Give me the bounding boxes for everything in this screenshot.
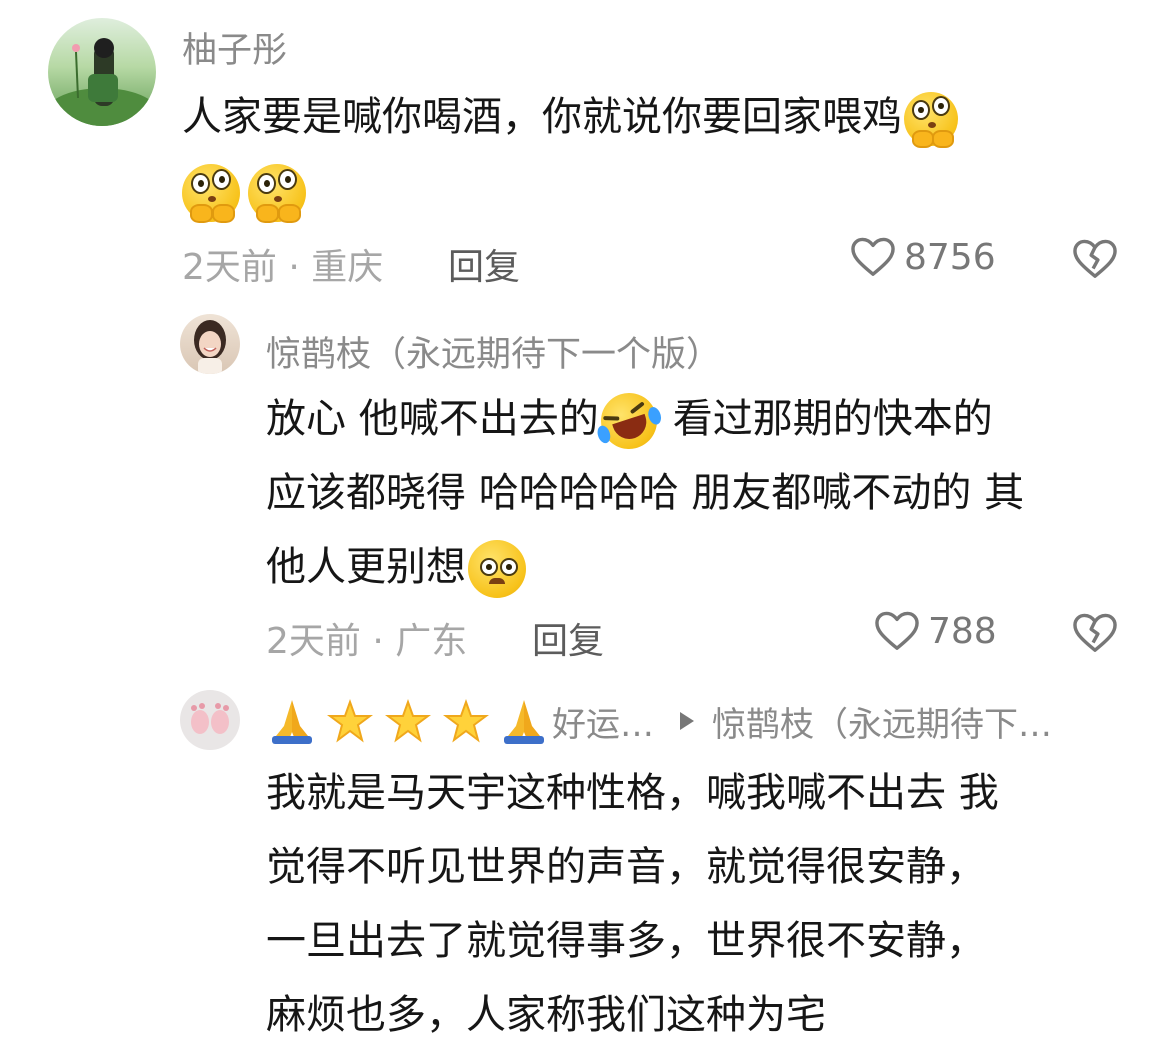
like-count: 8756 xyxy=(904,236,996,278)
avatar-image-smiling-woman xyxy=(194,320,226,374)
avatar-user-2[interactable] xyxy=(180,314,240,374)
star-icon xyxy=(327,699,373,743)
username[interactable]: 好运… xyxy=(552,697,654,746)
like-button[interactable]: 788 xyxy=(874,610,997,652)
comment-text-line: 应该都晓得 哈哈哈哈哈 朋友都喊不动的 其 xyxy=(266,470,1025,516)
dislike-button[interactable] xyxy=(1072,238,1118,284)
avatar-image-girl-in-field xyxy=(48,38,156,126)
folded-hands-icon xyxy=(272,700,312,744)
heart-icon xyxy=(875,611,919,650)
time-location: 2天前 · 重庆 xyxy=(182,247,384,288)
comment-text-line: 人家要是喊你喝酒，你就说你要回家喂鸡 xyxy=(182,94,902,140)
avatar-image-pink-paws xyxy=(191,703,229,734)
laughing-tears-emoji xyxy=(593,385,665,457)
thinking-shy-emoji xyxy=(248,164,306,223)
comment-text-line: 看过那期的快本的 xyxy=(672,396,993,442)
reply-button[interactable]: 回复 xyxy=(532,612,604,664)
comment-text: 人家要是喊你喝酒，你就说你要回家喂鸡 xyxy=(182,80,958,228)
reply-button[interactable]: 回复 xyxy=(448,238,520,290)
star-icon xyxy=(443,699,489,743)
reply-chain: 好运… 惊鹊枝（永远期待下… xyxy=(266,696,1052,746)
reply-to-username[interactable]: 惊鹊枝（永远期待下… xyxy=(712,697,1052,746)
avatar-user-3[interactable] xyxy=(180,690,240,750)
comment-text-line: 我就是马天宇这种性格，喊我喊不出去 我 xyxy=(266,770,999,816)
comment-text-line: 觉得不听见世界的声音，就觉得很安静， xyxy=(266,844,986,890)
dislike-button[interactable] xyxy=(1072,612,1118,658)
folded-hands-icon xyxy=(504,700,544,744)
comment-text-line: 放心 他喊不出去的 xyxy=(266,396,599,442)
thinking-shy-emoji xyxy=(904,92,958,148)
comment-text: 我就是马天宇这种性格，喊我喊不出去 我 觉得不听见世界的声音，就觉得很安静， 一… xyxy=(266,756,999,1052)
like-count: 788 xyxy=(928,610,997,652)
heart-icon xyxy=(851,237,895,276)
time-location: 2天前 · 广东 xyxy=(266,621,468,662)
comment-text-line: 一旦出去了就觉得事多，世界很不安静， xyxy=(266,918,986,964)
avatar-user-1[interactable] xyxy=(48,18,156,126)
broken-heart-icon xyxy=(1073,239,1117,278)
thinking-shy-emoji xyxy=(182,164,240,223)
username[interactable]: 柚子彤 xyxy=(182,22,287,73)
pleading-emoji xyxy=(468,540,526,598)
broken-heart-icon xyxy=(1073,613,1117,652)
username[interactable]: 惊鹊枝（永远期待下一个版） xyxy=(266,326,721,377)
comment-text-line: 麻烦也多，人家称我们这种为宅 xyxy=(266,992,826,1038)
reply-arrow-icon xyxy=(680,712,694,730)
star-icon xyxy=(385,699,431,743)
like-button[interactable]: 8756 xyxy=(850,236,996,278)
comment-text: 放心 他喊不出去的 看过那期的快本的 应该都晓得 哈哈哈哈哈 朋友都喊不动的 其… xyxy=(266,382,1024,604)
comment-text-line: 他人更别想 xyxy=(266,544,466,590)
